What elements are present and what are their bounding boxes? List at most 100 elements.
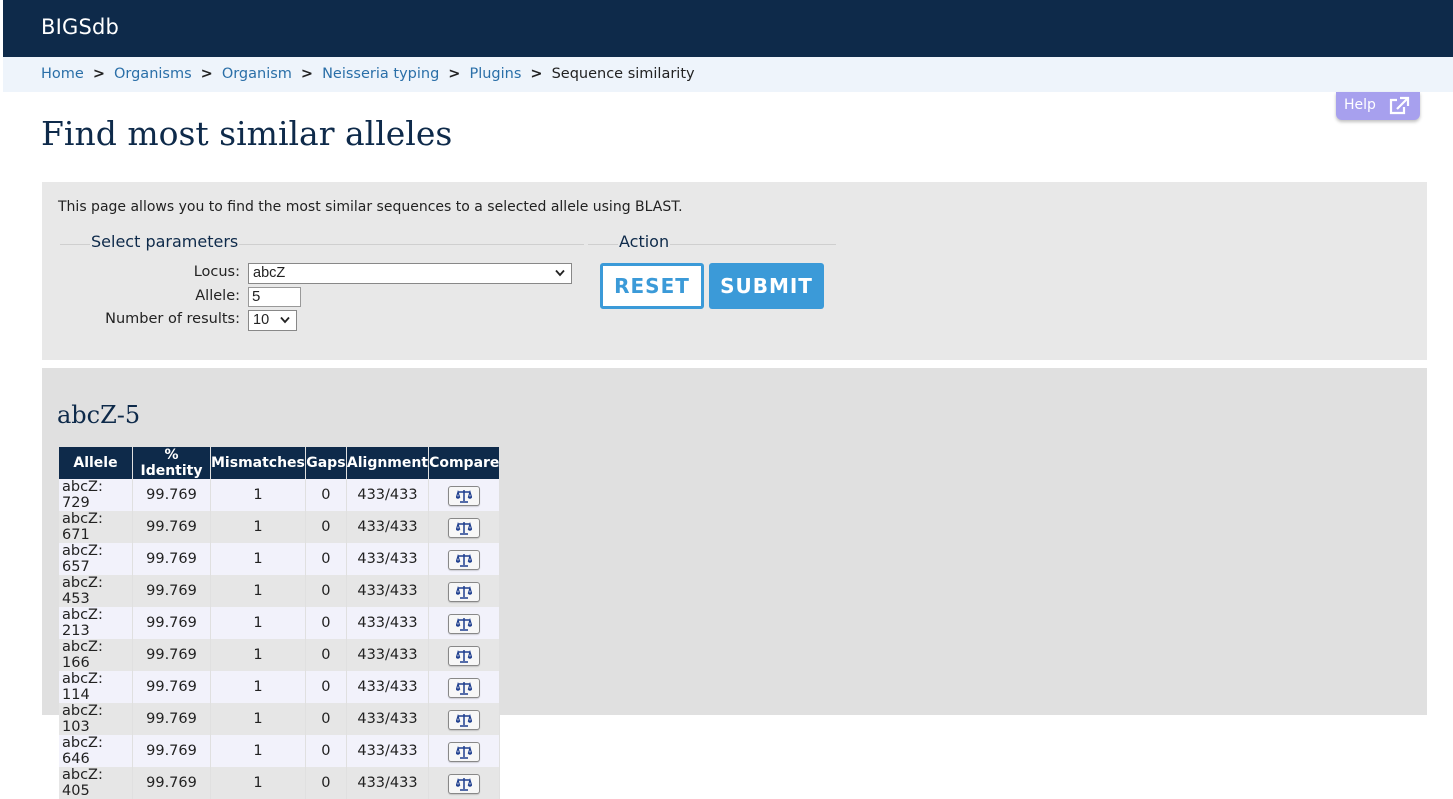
identity-cell: 99.769 [132, 639, 211, 671]
allele-cell[interactable]: abcZ: 646 [59, 735, 133, 767]
compare-button[interactable] [448, 614, 481, 634]
alignment-cell: 433/433 [346, 511, 430, 543]
submit-button[interactable]: SUBMIT [709, 263, 824, 309]
compare-cell [428, 639, 501, 671]
intro-text: This page allows you to find the most si… [58, 199, 683, 215]
breadcrumb-organisms-link[interactable]: Organisms [114, 66, 192, 82]
balance-scale-icon [456, 681, 473, 695]
breadcrumb-organism-link[interactable]: Organism [222, 66, 292, 82]
compare-button[interactable] [448, 550, 481, 570]
breadcrumb-separator: > [448, 66, 461, 82]
identity-cell: 99.769 [132, 767, 211, 799]
compare-cell [428, 735, 501, 767]
reset-button[interactable]: RESET [600, 263, 704, 309]
compare-button[interactable] [448, 710, 481, 730]
breadcrumb-plugins-link[interactable]: Plugins [469, 66, 521, 82]
help-label: Help [1344, 97, 1376, 113]
allele-cell[interactable]: abcZ: 729 [59, 479, 133, 511]
allele-cell[interactable]: abcZ: 114 [59, 671, 133, 703]
table-row: abcZ: 453 99.769 1 0 433/433 [59, 575, 501, 607]
balance-scale-icon [456, 553, 473, 567]
compare-cell [428, 703, 501, 735]
table-row: abcZ: 166 99.769 1 0 433/433 [59, 639, 501, 671]
balance-scale-icon [456, 777, 473, 791]
breadcrumb: Home > Organisms > Organism > Neisseria typing… [3, 57, 1453, 92]
chevron-down-icon [280, 316, 290, 324]
mismatches-cell: 1 [210, 607, 306, 639]
allele-cell[interactable]: abcZ: 671 [59, 511, 133, 543]
identity-cell: 99.769 [132, 479, 211, 511]
balance-scale-icon [456, 617, 473, 631]
table-row: abcZ: 405 99.769 1 0 433/433 [59, 767, 501, 799]
results-panel: abcZ-5 Allele % Identity Mismatches Gaps… [42, 368, 1427, 799]
allele-cell[interactable]: abcZ: 453 [59, 575, 133, 607]
balance-scale-icon [456, 649, 473, 663]
params-legend: Select parameters [90, 232, 240, 251]
allele-cell[interactable]: abcZ: 166 [59, 639, 133, 671]
gaps-cell: 0 [305, 703, 347, 735]
locus-select[interactable]: abcZ [248, 263, 572, 284]
alignment-cell: 433/433 [346, 479, 430, 511]
top-header-bar: BIGSdb [3, 0, 1453, 57]
locus-selected-value: abcZ [253, 265, 286, 281]
mismatches-cell: 1 [210, 511, 306, 543]
compare-button[interactable] [448, 646, 481, 666]
breadcrumb-separator: > [530, 66, 543, 82]
number-of-results-label: Number of results: [105, 311, 240, 327]
compare-button[interactable] [448, 518, 481, 538]
allele-cell[interactable]: abcZ: 657 [59, 543, 133, 575]
gaps-cell: 0 [305, 639, 347, 671]
compare-button[interactable] [448, 742, 481, 762]
table-row: abcZ: 657 99.769 1 0 433/433 [59, 543, 501, 575]
allele-input-value: 5 [252, 288, 261, 305]
table-row: abcZ: 671 99.769 1 0 433/433 [59, 511, 501, 543]
external-link-icon [1389, 96, 1410, 115]
allele-input[interactable]: 5 [248, 287, 301, 307]
gaps-cell: 0 [305, 511, 347, 543]
help-button[interactable]: Help [1336, 92, 1420, 120]
breadcrumb-separator: > [200, 66, 213, 82]
alignment-cell: 433/433 [346, 607, 430, 639]
table-row: abcZ: 646 99.769 1 0 433/433 [59, 735, 501, 767]
allele-cell[interactable]: abcZ: 405 [59, 767, 133, 799]
column-header-identity: % Identity [132, 447, 211, 479]
compare-cell [428, 479, 501, 511]
gaps-cell: 0 [305, 671, 347, 703]
identity-cell: 99.769 [132, 703, 211, 735]
allele-label: Allele: [195, 288, 240, 304]
compare-button[interactable] [448, 678, 481, 698]
action-legend: Action [618, 232, 671, 251]
allele-cell[interactable]: abcZ: 213 [59, 607, 133, 639]
mismatches-cell: 1 [210, 767, 306, 799]
identity-cell: 99.769 [132, 543, 211, 575]
breadcrumb-home-link[interactable]: Home [41, 66, 84, 82]
balance-scale-icon [456, 489, 473, 503]
identity-cell: 99.769 [132, 607, 211, 639]
allele-cell[interactable]: abcZ: 103 [59, 703, 133, 735]
compare-cell [428, 511, 501, 543]
identity-cell: 99.769 [132, 735, 211, 767]
gaps-cell: 0 [305, 543, 347, 575]
brand-logo-text[interactable]: BIGSdb [41, 15, 119, 39]
breadcrumb-separator: > [92, 66, 105, 82]
mismatches-cell: 1 [210, 703, 306, 735]
alignment-cell: 433/433 [346, 639, 430, 671]
compare-button[interactable] [448, 774, 481, 794]
breadcrumb-neisseria-typing-link[interactable]: Neisseria typing [322, 66, 439, 82]
identity-cell: 99.769 [132, 671, 211, 703]
gaps-cell: 0 [305, 575, 347, 607]
alignment-cell: 433/433 [346, 703, 430, 735]
mismatches-cell: 1 [210, 575, 306, 607]
breadcrumb-current: Sequence similarity [551, 66, 695, 82]
number-of-results-select[interactable]: 10 [248, 310, 297, 331]
alignment-cell: 433/433 [346, 671, 430, 703]
alignment-cell: 433/433 [346, 575, 430, 607]
alignment-cell: 433/433 [346, 543, 430, 575]
compare-button[interactable] [448, 486, 481, 506]
column-header-allele: Allele [59, 447, 133, 479]
gaps-cell: 0 [305, 607, 347, 639]
compare-button[interactable] [448, 582, 481, 602]
balance-scale-icon [456, 521, 473, 535]
gaps-cell: 0 [305, 735, 347, 767]
balance-scale-icon [456, 745, 473, 759]
